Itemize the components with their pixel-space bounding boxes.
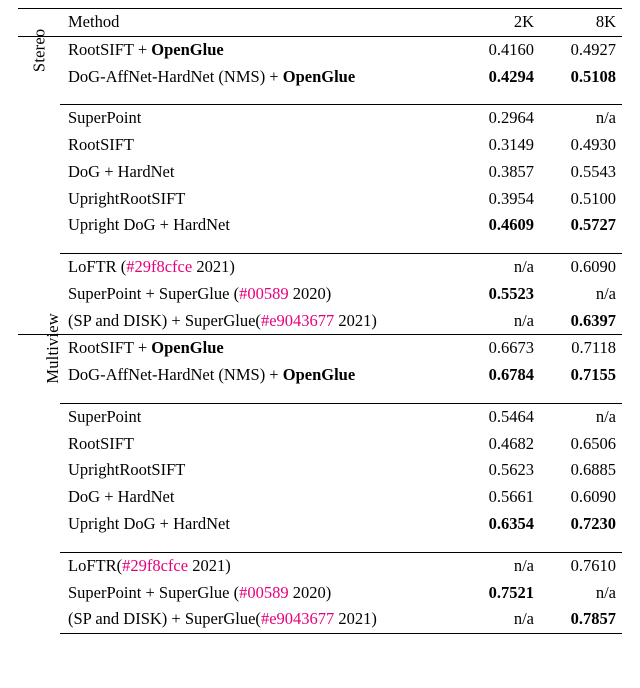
value-2k: 0.7521	[458, 580, 540, 607]
spacer-row	[18, 389, 622, 404]
value-8k: 0.6090	[540, 254, 622, 281]
method-cell: RootSIFT + OpenGlue	[60, 335, 458, 362]
header-8k: 8K	[540, 9, 622, 37]
table-row: DoG-AffNet-HardNet (NMS) + OpenGlue0.429…	[18, 64, 622, 91]
value-2k: 0.6784	[458, 362, 540, 389]
method-cell: RootSIFT	[60, 132, 458, 159]
table-row: (SP and DISK) + SuperGlue(#e9043677 2021…	[18, 606, 622, 633]
method-cell: Upright DoG + HardNet	[60, 511, 458, 538]
value-8k: 0.6506	[540, 431, 622, 458]
value-2k: 0.3857	[458, 159, 540, 186]
table-row: Upright DoG + HardNet0.63540.7230	[18, 511, 622, 538]
table-row: SuperPoint + SuperGlue (#00589 2020)0.55…	[18, 281, 622, 308]
table-row: MultiviewRootSIFT + OpenGlue0.66730.7118	[18, 335, 622, 362]
value-2k: n/a	[458, 552, 540, 579]
method-cell: SuperPoint	[60, 403, 458, 430]
value-2k: 0.6354	[458, 511, 540, 538]
value-2k: n/a	[458, 606, 540, 633]
table-row: DoG-AffNet-HardNet (NMS) + OpenGlue0.678…	[18, 362, 622, 389]
method-cell: (SP and DISK) + SuperGlue(#e9043677 2021…	[60, 308, 458, 335]
method-cell: UprightRootSIFT	[60, 186, 458, 213]
value-8k: 0.5100	[540, 186, 622, 213]
table-row: RootSIFT0.31490.4930	[18, 132, 622, 159]
table-row: StereoRootSIFT + OpenGlue0.41600.4927	[18, 36, 622, 63]
value-2k: 0.4609	[458, 212, 540, 239]
table-row: SuperPoint0.2964n/a	[18, 105, 622, 132]
header-method: Method	[60, 9, 458, 37]
spacer-row	[18, 239, 622, 254]
value-8k: 0.5727	[540, 212, 622, 239]
value-8k: 0.5543	[540, 159, 622, 186]
method-cell: (SP and DISK) + SuperGlue(#e9043677 2021…	[60, 606, 458, 633]
method-cell: RootSIFT	[60, 431, 458, 458]
value-2k: 0.3149	[458, 132, 540, 159]
method-cell: RootSIFT + OpenGlue	[60, 36, 458, 63]
table-row: LoFTR(#29f8cfce 2021)n/a0.7610	[18, 552, 622, 579]
value-8k: n/a	[540, 281, 622, 308]
value-8k: 0.7118	[540, 335, 622, 362]
method-cell: LoFTR (#29f8cfce 2021)	[60, 254, 458, 281]
value-8k: 0.5108	[540, 64, 622, 91]
method-cell: DoG + HardNet	[60, 484, 458, 511]
method-cell: Upright DoG + HardNet	[60, 212, 458, 239]
value-8k: 0.7857	[540, 606, 622, 633]
table-row: UprightRootSIFT0.39540.5100	[18, 186, 622, 213]
value-8k: n/a	[540, 403, 622, 430]
value-2k: 0.4160	[458, 36, 540, 63]
spacer-row	[18, 538, 622, 553]
value-8k: 0.4927	[540, 36, 622, 63]
table-row: SuperPoint0.5464n/a	[18, 403, 622, 430]
category-text: Multiview	[42, 314, 65, 385]
table-row: Upright DoG + HardNet0.46090.5727	[18, 212, 622, 239]
value-8k: n/a	[540, 580, 622, 607]
value-2k: n/a	[458, 254, 540, 281]
category-text: Stereo	[28, 28, 51, 71]
header-2k: 2K	[458, 9, 540, 37]
method-cell: SuperPoint + SuperGlue (#00589 2020)	[60, 281, 458, 308]
spacer-row	[18, 90, 622, 105]
value-2k: 0.4682	[458, 431, 540, 458]
value-2k: 0.5464	[458, 403, 540, 430]
method-cell: DoG + HardNet	[60, 159, 458, 186]
category-label: Stereo	[18, 36, 60, 335]
value-2k: 0.3954	[458, 186, 540, 213]
table-row: LoFTR (#29f8cfce 2021)n/a0.6090	[18, 254, 622, 281]
results-table: Method 2K 8K StereoRootSIFT + OpenGlue0.…	[18, 8, 622, 634]
value-8k: 0.7230	[540, 511, 622, 538]
results-table-page: Method 2K 8K StereoRootSIFT + OpenGlue0.…	[0, 0, 640, 652]
value-8k: 0.7155	[540, 362, 622, 389]
table-row: DoG + HardNet0.56610.6090	[18, 484, 622, 511]
method-cell: UprightRootSIFT	[60, 457, 458, 484]
table-row: DoG + HardNet0.38570.5543	[18, 159, 622, 186]
category-label: Multiview	[18, 335, 60, 634]
method-cell: DoG-AffNet-HardNet (NMS) + OpenGlue	[60, 362, 458, 389]
table-row: (SP and DISK) + SuperGlue(#e9043677 2021…	[18, 308, 622, 335]
value-2k: 0.5623	[458, 457, 540, 484]
value-8k: 0.6397	[540, 308, 622, 335]
value-8k: n/a	[540, 105, 622, 132]
value-8k: 0.4930	[540, 132, 622, 159]
value-2k: n/a	[458, 308, 540, 335]
value-8k: 0.6090	[540, 484, 622, 511]
value-8k: 0.7610	[540, 552, 622, 579]
header-row: Method 2K 8K	[18, 9, 622, 37]
method-cell: DoG-AffNet-HardNet (NMS) + OpenGlue	[60, 64, 458, 91]
value-2k: 0.5661	[458, 484, 540, 511]
table-row: SuperPoint + SuperGlue (#00589 2020)0.75…	[18, 580, 622, 607]
value-8k: 0.6885	[540, 457, 622, 484]
value-2k: 0.6673	[458, 335, 540, 362]
table-row: RootSIFT0.46820.6506	[18, 431, 622, 458]
value-2k: 0.5523	[458, 281, 540, 308]
table-row: UprightRootSIFT0.56230.6885	[18, 457, 622, 484]
method-cell: SuperPoint	[60, 105, 458, 132]
value-2k: 0.2964	[458, 105, 540, 132]
value-2k: 0.4294	[458, 64, 540, 91]
method-cell: LoFTR(#29f8cfce 2021)	[60, 552, 458, 579]
method-cell: SuperPoint + SuperGlue (#00589 2020)	[60, 580, 458, 607]
